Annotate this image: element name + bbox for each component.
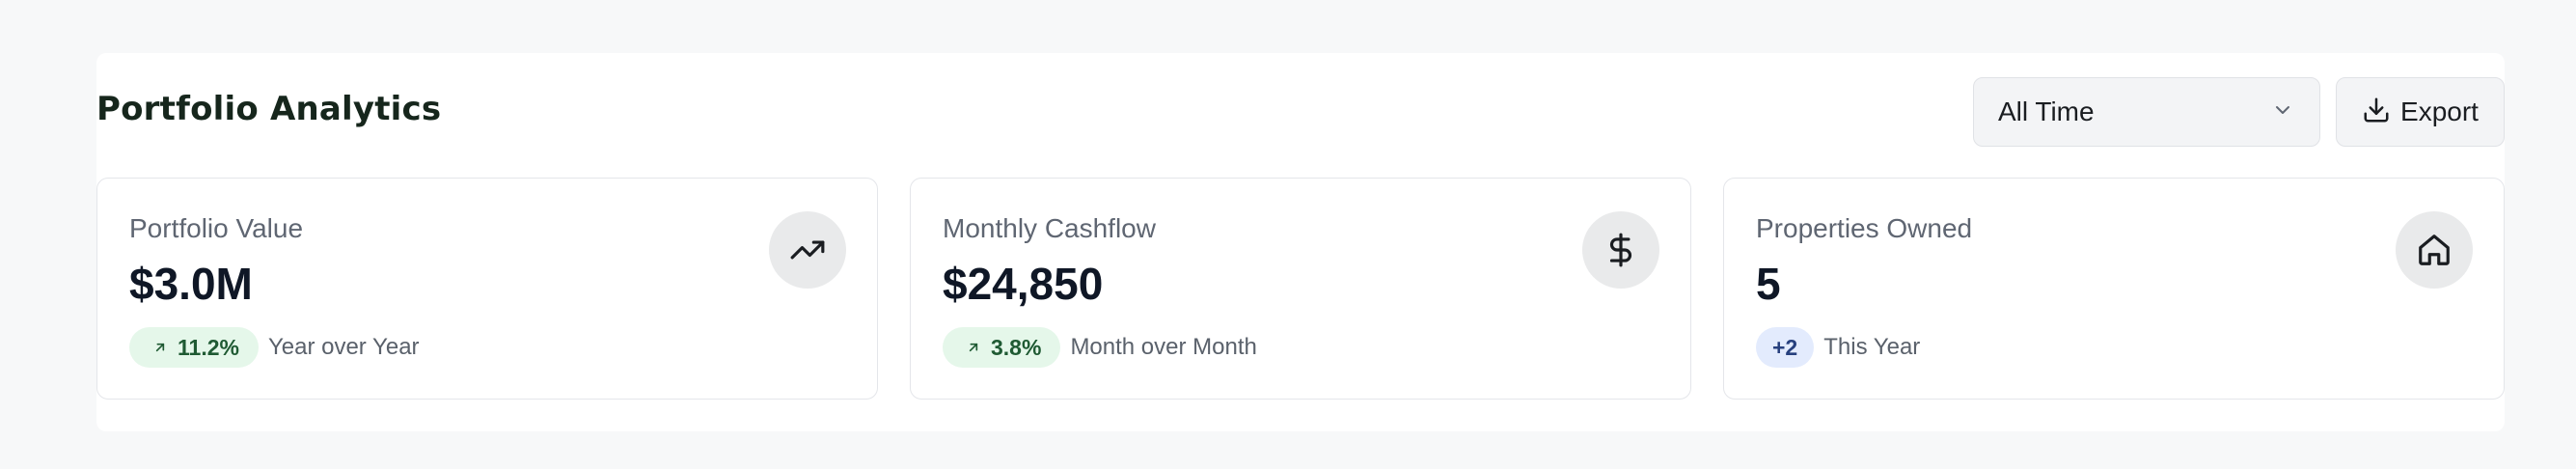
change-badge: 11.2% bbox=[129, 327, 259, 368]
stat-card-footer: +2 This Year bbox=[1756, 327, 1920, 368]
stat-card-title: Monthly Cashflow bbox=[943, 213, 1156, 243]
change-caption: Year over Year bbox=[267, 334, 420, 360]
change-caption: Month over Month bbox=[1070, 334, 1257, 360]
stat-card-footer: 3.8% Month over Month bbox=[943, 327, 1257, 368]
export-label: Export bbox=[2400, 97, 2479, 126]
dollar-icon bbox=[1582, 211, 1659, 289]
change-caption: This Year bbox=[1823, 334, 1921, 360]
stat-card-value: $24,850 bbox=[943, 259, 1104, 309]
page-title: Portfolio Analytics bbox=[96, 90, 442, 128]
arrow-up-right-icon bbox=[152, 335, 168, 361]
trending-up-icon bbox=[769, 211, 846, 289]
time-range-value: All Time bbox=[1998, 97, 2095, 126]
stat-card-monthly-cashflow: Monthly Cashflow $24,850 3.8% Month over… bbox=[910, 178, 1691, 400]
time-range-select[interactable]: All Time bbox=[1973, 77, 2320, 147]
change-value: 3.8% bbox=[991, 334, 1042, 360]
change-value: 11.2% bbox=[178, 334, 239, 360]
export-button[interactable]: Export bbox=[2336, 77, 2505, 147]
change-badge: 3.8% bbox=[943, 327, 1061, 368]
stat-card-properties-owned: Properties Owned 5 +2 This Year bbox=[1723, 178, 2505, 400]
download-icon bbox=[2362, 96, 2391, 129]
home-icon bbox=[2396, 211, 2473, 289]
change-badge: +2 bbox=[1756, 327, 1815, 368]
portfolio-analytics-panel: Portfolio Analytics All Time Export Port… bbox=[96, 53, 2505, 431]
stat-card-value: 5 bbox=[1756, 259, 1781, 309]
stat-card-value: $3.0M bbox=[129, 259, 253, 309]
arrow-up-right-icon bbox=[966, 335, 981, 361]
stat-card-footer: 11.2% Year over Year bbox=[129, 327, 420, 368]
stat-card-portfolio-value: Portfolio Value $3.0M 11.2% Year over Ye… bbox=[96, 178, 878, 400]
stat-card-title: Portfolio Value bbox=[129, 213, 304, 243]
chevron-down-icon bbox=[2271, 98, 2294, 126]
change-value: +2 bbox=[1772, 334, 1798, 360]
stat-card-title: Properties Owned bbox=[1756, 213, 1973, 243]
